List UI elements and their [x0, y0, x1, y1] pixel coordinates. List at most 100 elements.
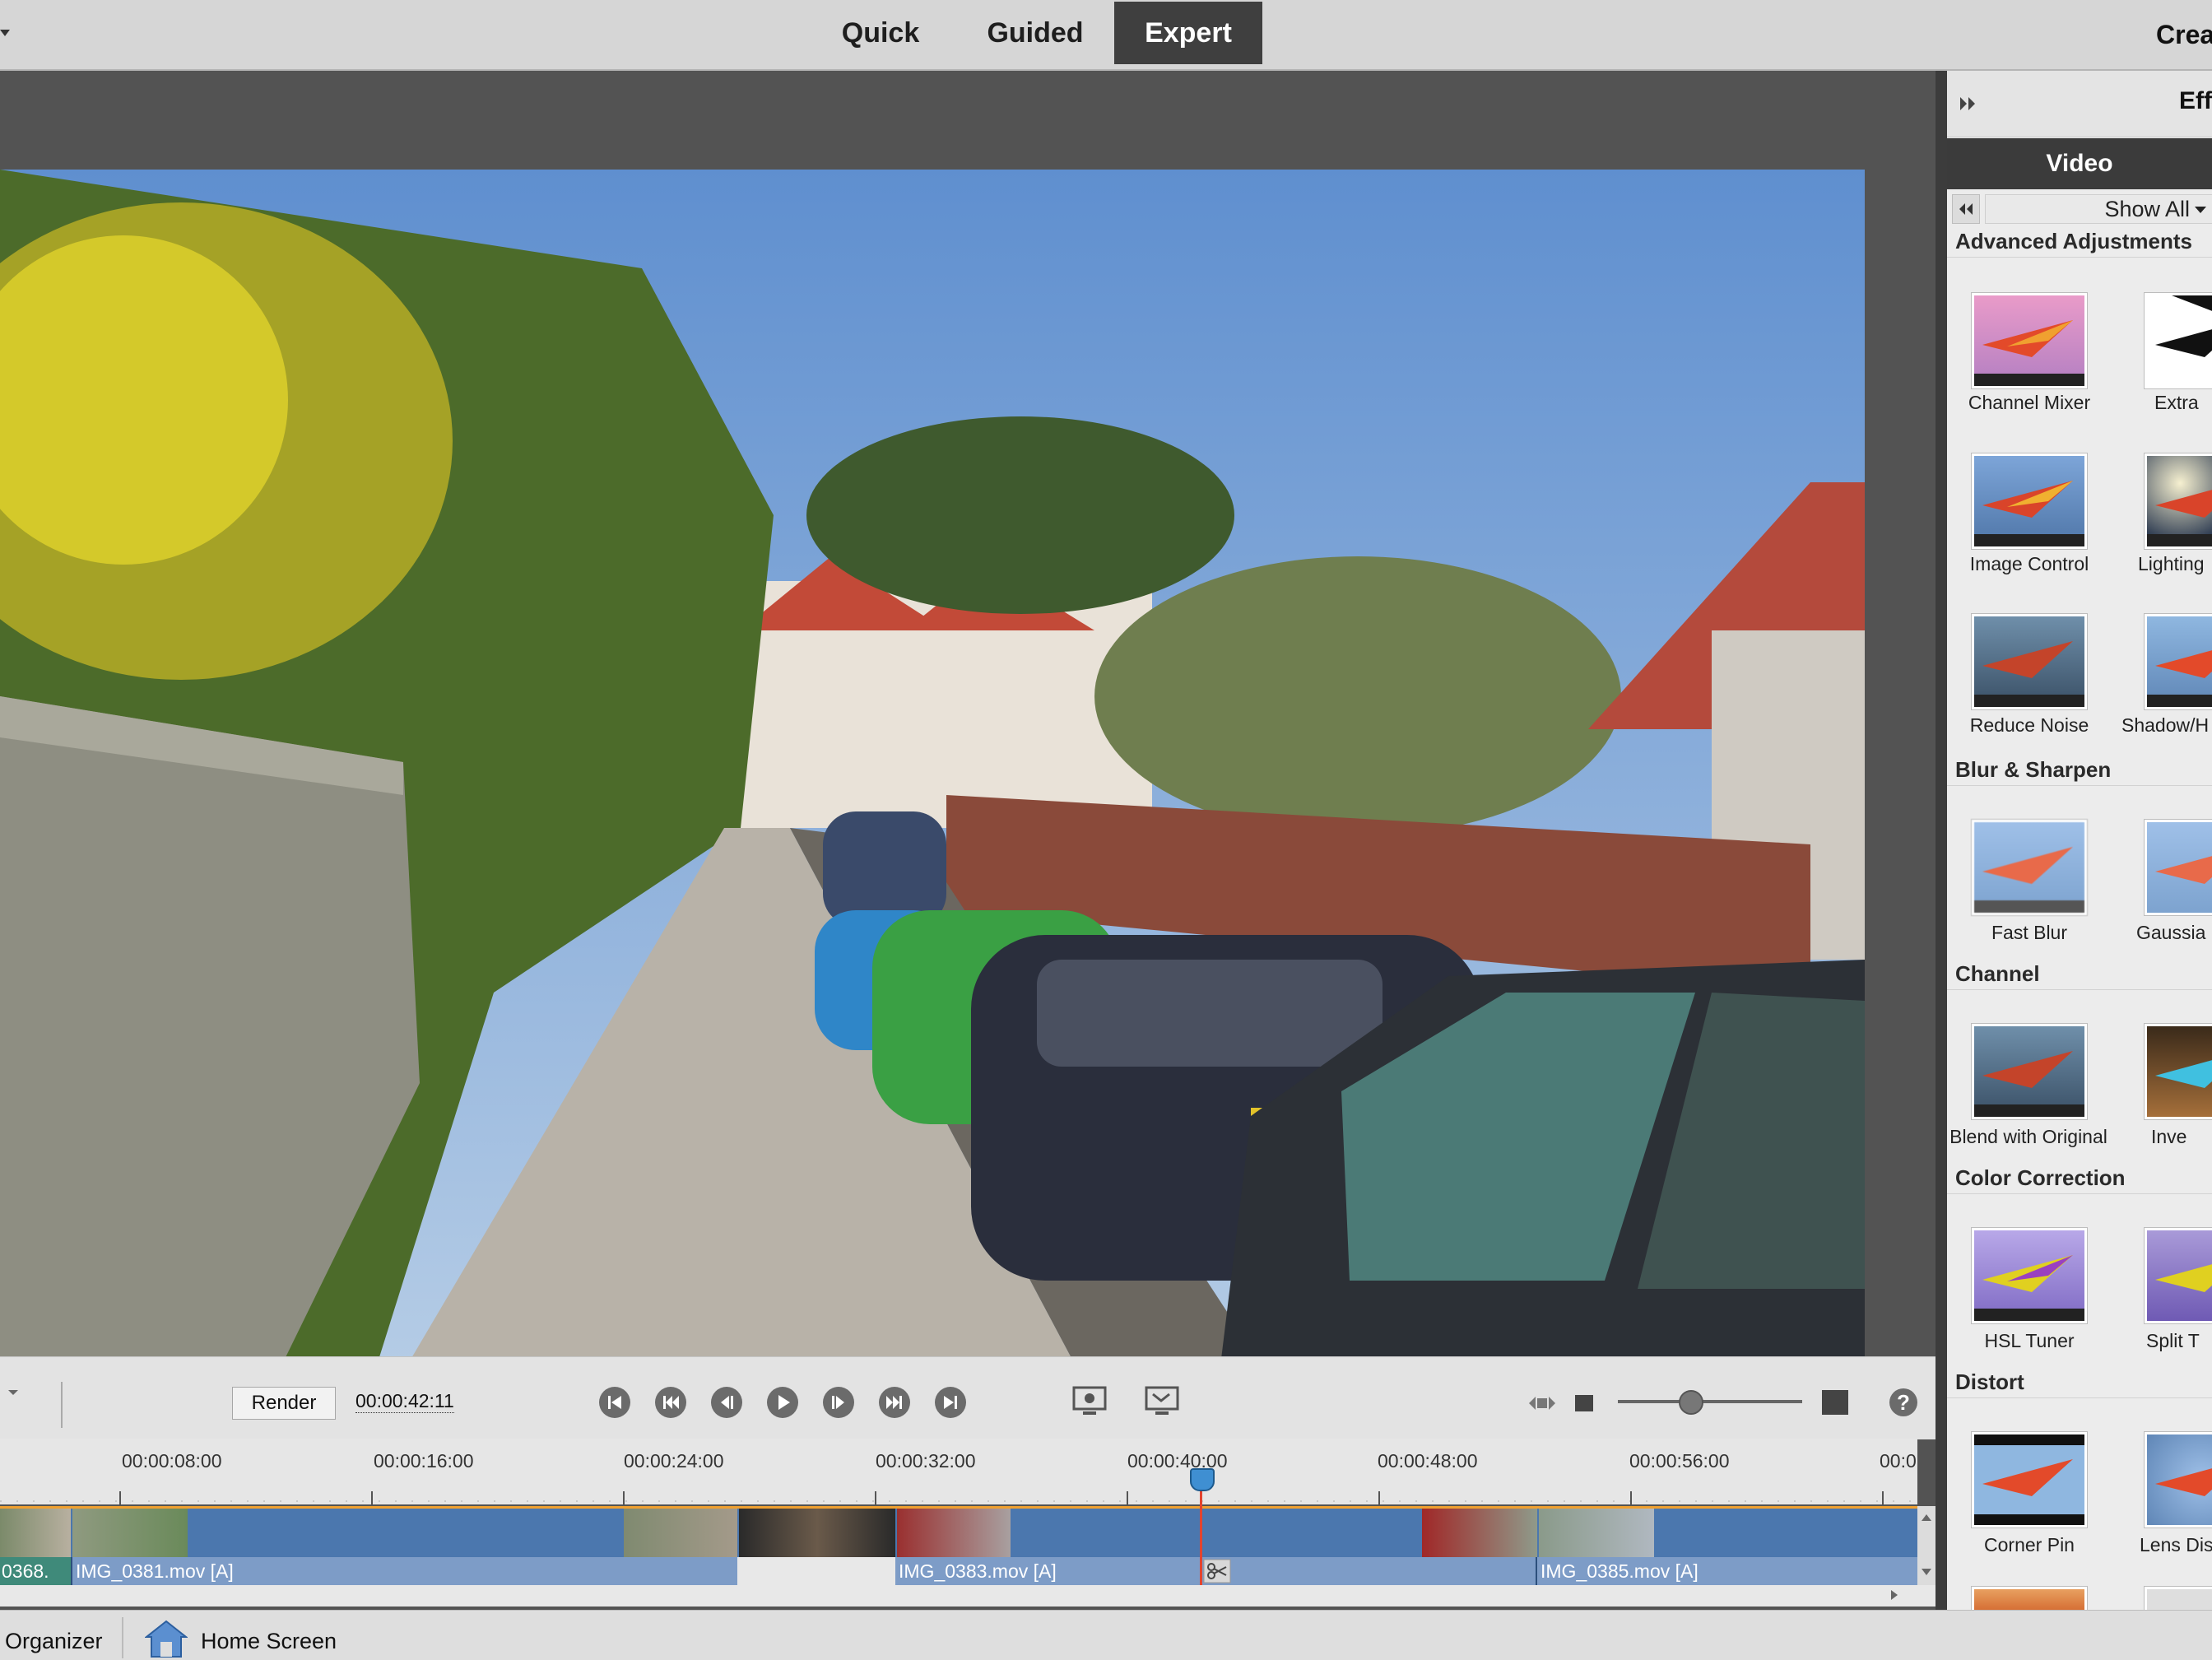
tab-expert[interactable]: Expert [1114, 2, 1262, 64]
double-chevron-left-icon [1959, 203, 1973, 215]
effects-filter-value: Show All [2104, 197, 2190, 221]
effect-label: Fast Blur [1991, 922, 2068, 943]
effect-thumbnail[interactable] [1972, 1432, 2087, 1527]
chevron-down-icon[interactable] [0, 30, 10, 36]
effect-thumbnail[interactable] [2145, 453, 2212, 549]
effects-panel-title: Effe [2179, 87, 2212, 114]
effect-label: Shadow/H [2121, 714, 2210, 736]
hang-glider-icon [2155, 1264, 2212, 1292]
fit-timeline-icon[interactable] [1527, 1393, 1557, 1413]
transport-bar: Render 00:00:42:11 ? [0, 1356, 1936, 1439]
timecode-display[interactable]: 00:00:42:11 [356, 1390, 454, 1413]
effect-thumbnail[interactable] [2145, 820, 2212, 915]
zoom-slider-handle[interactable] [1679, 1390, 1703, 1415]
divider [1947, 257, 2212, 258]
effect-thumbnail[interactable] [2145, 1024, 2212, 1119]
effect-label: Lighting [2138, 553, 2205, 574]
go-to-end-button[interactable] [935, 1387, 966, 1418]
step-back-button[interactable] [711, 1387, 742, 1418]
clip-divider [1536, 1557, 1537, 1585]
effect-thumbnail[interactable] [1972, 293, 2087, 388]
expand-panel-icon[interactable] [1959, 95, 1978, 112]
render-button[interactable]: Render [232, 1387, 336, 1420]
hang-glider-icon [1974, 641, 2084, 707]
play-button[interactable] [767, 1387, 798, 1418]
home-screen-button[interactable]: Home Screen [201, 1629, 337, 1654]
hang-glider-icon [1974, 1051, 2084, 1117]
panel-splitter[interactable] [1936, 71, 1947, 1610]
status-bar: Organizer Home Screen [0, 1610, 2212, 1660]
video-clip-thumbnail[interactable] [897, 1509, 1011, 1558]
scroll-right-icon[interactable] [1891, 1590, 1898, 1600]
effect-thumbnail[interactable] [2145, 293, 2212, 388]
hang-glider-icon [1974, 1255, 2084, 1321]
effect-thumbnail[interactable] [2145, 1228, 2212, 1323]
effect-label: Lens Dist [2140, 1534, 2212, 1555]
tab-quick[interactable]: Quick [825, 2, 936, 64]
video-track[interactable] [0, 1506, 1917, 1558]
audio-clip-label: IMG_0385.mov [A] [1540, 1560, 1698, 1582]
divider [1947, 989, 2212, 990]
effect-thumbnail[interactable] [2145, 614, 2212, 709]
next-edit-button[interactable] [879, 1387, 910, 1418]
playhead-handle[interactable] [1190, 1468, 1215, 1491]
rewind-icon [663, 1396, 679, 1409]
monitor-panel [0, 71, 1936, 1386]
effect-thumbnail[interactable] [1972, 453, 2087, 549]
scroll-down-icon[interactable] [1922, 1569, 1931, 1575]
video-clip-thumbnail[interactable] [72, 1509, 188, 1558]
timeline-vertical-scrollbar[interactable] [1917, 1506, 1936, 1585]
effect-thumbnail[interactable] [1972, 1024, 2087, 1119]
time-ruler[interactable]: 00:00:08:00 00:00:16:00 00:00:24:00 00:0… [0, 1439, 1917, 1504]
ruler-ticks [0, 1491, 1917, 1504]
home-icon[interactable] [145, 1619, 188, 1658]
collapse-button[interactable] [1952, 194, 1980, 224]
help-icon[interactable]: ? [1889, 1388, 1917, 1416]
effect-thumbnail[interactable] [2145, 1432, 2212, 1527]
create-menu[interactable]: Crea [2156, 20, 2212, 50]
video-clip-thumbnail[interactable] [739, 1509, 895, 1558]
zoom-out-icon[interactable] [1575, 1395, 1593, 1411]
effect-label: Gaussia [2136, 922, 2206, 943]
effect-label: Reduce Noise [1969, 714, 2089, 736]
gap [737, 1557, 895, 1585]
fullscreen-monitor-icon[interactable] [1144, 1385, 1180, 1420]
monitor-settings-icon[interactable] [1071, 1385, 1108, 1420]
video-clip-thumbnail[interactable] [1422, 1509, 1537, 1558]
go-to-start-button[interactable] [599, 1387, 630, 1418]
video-clip-thumbnail[interactable] [624, 1509, 737, 1558]
timeline-horizontal-scrollbar[interactable] [0, 1585, 1936, 1607]
audio-track[interactable]: 0368. IMG_0381.mov [A] IMG_0383.mov [A] … [0, 1557, 1917, 1585]
hang-glider-icon [2155, 856, 2212, 884]
step-forward-button[interactable] [823, 1387, 854, 1418]
hang-glider-icon [2147, 650, 2212, 707]
zoom-in-icon[interactable] [1822, 1390, 1848, 1415]
audio-clip-label: IMG_0383.mov [A] [899, 1560, 1057, 1582]
chevron-down-icon[interactable] [8, 1390, 18, 1395]
effect-label: Extra [2154, 392, 2199, 413]
divider [61, 1382, 63, 1428]
tab-guided[interactable]: Guided [964, 2, 1106, 64]
fast-forward-icon [886, 1396, 902, 1409]
effect-thumbnail[interactable] [1972, 1228, 2087, 1323]
ruler-label: 00:00:32:00 [876, 1450, 976, 1472]
ruler-label: 00:00:08:00 [122, 1450, 222, 1472]
hang-glider-icon [1974, 320, 2084, 386]
hang-glider-icon [2155, 295, 2212, 357]
category-title: Advanced Adjustments [1955, 229, 2192, 253]
effect-label: Inve [2151, 1126, 2187, 1147]
scroll-up-icon[interactable] [1922, 1514, 1931, 1521]
zoom-slider-track[interactable] [1618, 1400, 1802, 1403]
video-clip-thumbnail[interactable] [0, 1509, 71, 1558]
effect-thumbnail[interactable] [1972, 614, 2087, 709]
audio-clip-label: 0368. [2, 1560, 49, 1582]
category-title: Channel [1955, 961, 2040, 986]
effect-thumbnail[interactable] [1972, 820, 2087, 915]
effects-filter-dropdown[interactable]: Show All [1985, 194, 2212, 224]
divider [1947, 1193, 2212, 1194]
organizer-button[interactable]: Organizer [5, 1629, 103, 1654]
previous-edit-button[interactable] [655, 1387, 686, 1418]
scissors-icon[interactable] [1203, 1559, 1231, 1583]
video-clip-thumbnail[interactable] [1539, 1509, 1654, 1558]
tab-video[interactable]: Video [1947, 138, 2212, 189]
